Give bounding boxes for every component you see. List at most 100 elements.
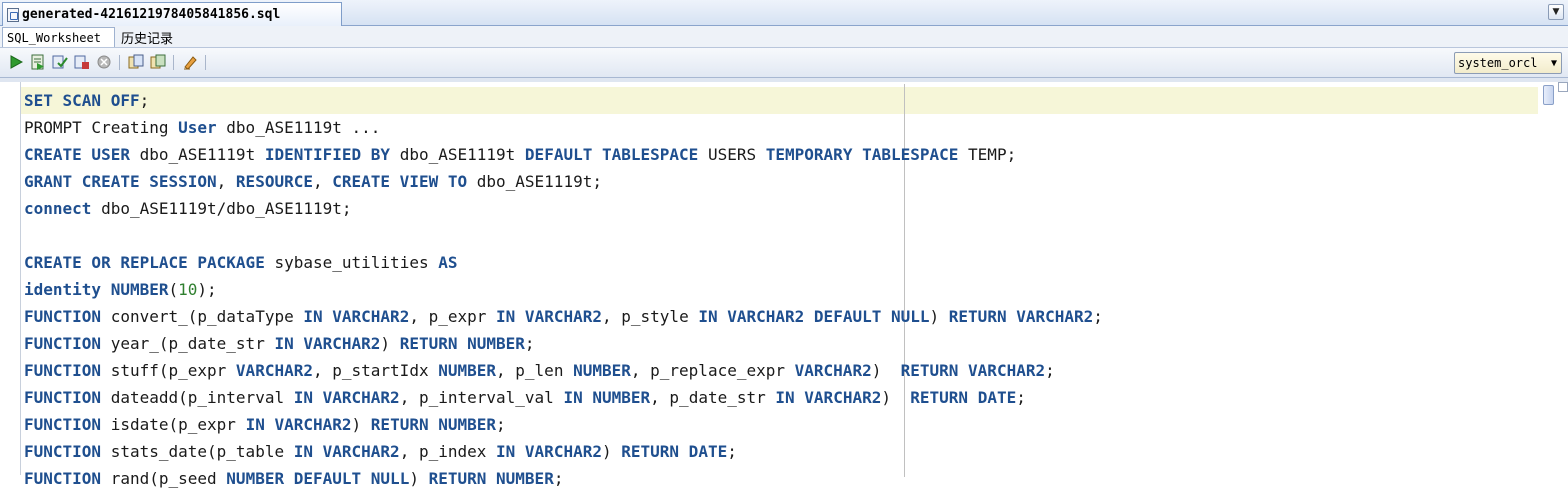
sql-keyword: VARCHAR2 <box>794 361 872 380</box>
sql-keyword: TEMPORARY TABLESPACE <box>765 145 959 164</box>
sql-text: , p_replace_expr <box>630 361 795 380</box>
editor-tab-bar: generated-4216121978405841856.sql ▼ <box>0 0 1568 26</box>
sql-text: ) <box>601 442 622 461</box>
code-line[interactable]: FUNCTION stats_date(p_table IN VARCHAR2,… <box>24 438 1536 465</box>
sql-text: ; <box>727 442 737 461</box>
sql-keyword: RETURN NUMBER <box>428 469 554 488</box>
code-line[interactable]: CREATE OR REPLACE PACKAGE sybase_utiliti… <box>24 249 1536 276</box>
sql-text: dbo_ASE1119t <box>129 145 265 164</box>
autotrace-button[interactable] <box>128 54 144 70</box>
sql-text: stuff(p_expr <box>101 361 236 380</box>
explain-plan-button[interactable] <box>150 54 166 70</box>
file-tab[interactable]: generated-4216121978405841856.sql <box>2 2 342 26</box>
clear-icon <box>184 56 197 70</box>
connection-select[interactable]: system_orcl ▼ <box>1454 52 1562 74</box>
autotrace-icon <box>128 54 144 69</box>
sql-editor[interactable]: SET SCAN OFF; PROMPT Creating User dbo_AS… <box>0 78 1568 488</box>
file-tab-title: generated-4216121978405841856.sql <box>22 7 281 22</box>
sql-text: , <box>216 172 236 191</box>
line-gutter <box>6 82 21 475</box>
sql-keyword: FUNCTION <box>24 388 102 407</box>
sql-keyword: IN VARCHAR2 <box>775 388 882 407</box>
clear-button[interactable] <box>182 54 198 70</box>
sql-keyword: IN NUMBER <box>563 388 651 407</box>
sql-keyword: RETURN VARCHAR2 <box>948 307 1094 326</box>
worksheet-sub-tabs: SQL_Worksheet 历史记录 <box>0 26 1568 48</box>
sql-keyword: NUMBER DEFAULT NULL <box>226 469 410 488</box>
sql-keyword: FUNCTION <box>24 334 102 353</box>
scrollbar-thumb[interactable] <box>1543 85 1554 105</box>
sql-keyword: NUMBER <box>573 361 631 380</box>
code-line[interactable]: identity NUMBER(10); <box>24 276 1536 303</box>
sql-keyword: IN VARCHAR2 <box>245 415 352 434</box>
sql-text: dbo_ASE1119t ... <box>216 118 381 137</box>
editor-corner-box <box>1558 82 1568 92</box>
code-text[interactable]: SET SCAN OFF; PROMPT Creating User dbo_AS… <box>24 87 1536 492</box>
sql-text: rand(p_seed <box>101 469 227 488</box>
sql-keyword: RETURN DATE <box>621 442 728 461</box>
sql-keyword: IN VARCHAR2 DEFAULT NULL <box>698 307 930 326</box>
toolbar-separator <box>205 55 206 70</box>
sql-keyword: SET SCAN OFF <box>24 91 140 110</box>
code-line[interactable]: CREATE USER dbo_ASE1119t IDENTIFIED BY d… <box>24 141 1536 168</box>
sql-text: PROMPT Creating <box>24 118 179 137</box>
sql-keyword: RETURN NUMBER <box>370 415 497 434</box>
sql-keyword: FUNCTION <box>24 307 102 326</box>
sql-keyword: IDENTIFIED BY <box>264 145 391 164</box>
sql-text: ; <box>496 415 506 434</box>
toolbar-separator <box>173 55 174 70</box>
sql-keyword: IN VARCHAR2 <box>293 388 400 407</box>
sql-keyword: RESOURCE <box>235 172 313 191</box>
tab-history[interactable]: 历史记录 <box>117 27 177 47</box>
rollback-icon <box>74 55 89 69</box>
sql-text: , p_index <box>399 442 497 461</box>
code-line[interactable]: GRANT CREATE SESSION, RESOURCE, CREATE V… <box>24 168 1536 195</box>
run-script-button[interactable] <box>30 54 46 70</box>
sql-text: ) <box>871 361 901 380</box>
worksheet-toolbar: system_orcl ▼ <box>0 48 1568 78</box>
sql-keyword: CREATE USER <box>24 145 130 164</box>
sql-keyword: GRANT CREATE SESSION <box>24 172 217 191</box>
sql-text: , p_expr <box>409 307 497 326</box>
sql-text: convert_(p_dataType <box>101 307 304 326</box>
sql-text: USERS <box>698 145 766 164</box>
sql-text: sybase_utilities <box>264 253 439 272</box>
code-line[interactable]: FUNCTION stuff(p_expr VARCHAR2, p_startI… <box>24 357 1536 384</box>
chevron-down-icon: ▼ <box>1552 7 1560 17</box>
code-line[interactable]: PROMPT Creating User dbo_ASE1119t ... <box>24 114 1536 141</box>
sql-text: , p_len <box>496 361 574 380</box>
code-line[interactable]: FUNCTION convert_(p_dataType IN VARCHAR2… <box>24 303 1536 330</box>
sql-keyword: IN VARCHAR2 <box>303 307 410 326</box>
rollback-button[interactable] <box>74 54 90 70</box>
sql-text: ) <box>881 388 911 407</box>
commit-icon <box>52 55 68 69</box>
sql-text: ) <box>380 334 400 353</box>
vertical-scrollbar[interactable] <box>1541 82 1558 475</box>
sql-text: ( <box>168 280 179 299</box>
connection-name: system_orcl <box>1458 56 1538 70</box>
sql-keyword: VARCHAR2 <box>235 361 313 380</box>
sql-text: isdate(p_expr <box>101 415 246 434</box>
sql-keyword: User <box>178 118 217 137</box>
sql-text: dbo_ASE1119t/dbo_ASE1119t; <box>91 199 352 218</box>
code-line[interactable]: FUNCTION dateadd(p_interval IN VARCHAR2,… <box>24 384 1536 411</box>
sql-file-icon <box>7 7 19 22</box>
sql-text: , p_startIdx <box>312 361 439 380</box>
sql-keyword: DEFAULT TABLESPACE <box>524 145 699 164</box>
sql-number: 10 <box>178 280 198 299</box>
code-line[interactable]: SET SCAN OFF; <box>24 87 1536 114</box>
cancel-button[interactable] <box>96 54 112 70</box>
run-statement-button[interactable] <box>8 54 24 70</box>
code-line[interactable]: FUNCTION year_(p_date_str IN VARCHAR2) R… <box>24 330 1536 357</box>
code-line[interactable]: FUNCTION rand(p_seed NUMBER DEFAULT NULL… <box>24 465 1536 492</box>
code-line[interactable]: FUNCTION isdate(p_expr IN VARCHAR2) RETU… <box>24 411 1536 438</box>
code-line[interactable]: connect dbo_ASE1119t/dbo_ASE1119t; <box>24 195 1536 222</box>
sql-text: ; <box>1093 307 1103 326</box>
code-line[interactable] <box>24 222 1536 249</box>
commit-button[interactable] <box>52 54 68 70</box>
tab-list-dropdown-button[interactable]: ▼ <box>1548 4 1564 20</box>
sql-keyword: NUMBER <box>438 361 497 380</box>
tab-sql-worksheet[interactable]: SQL_Worksheet <box>2 27 115 47</box>
sql-text: ); <box>197 280 217 299</box>
sql-text: ; <box>1045 361 1055 380</box>
